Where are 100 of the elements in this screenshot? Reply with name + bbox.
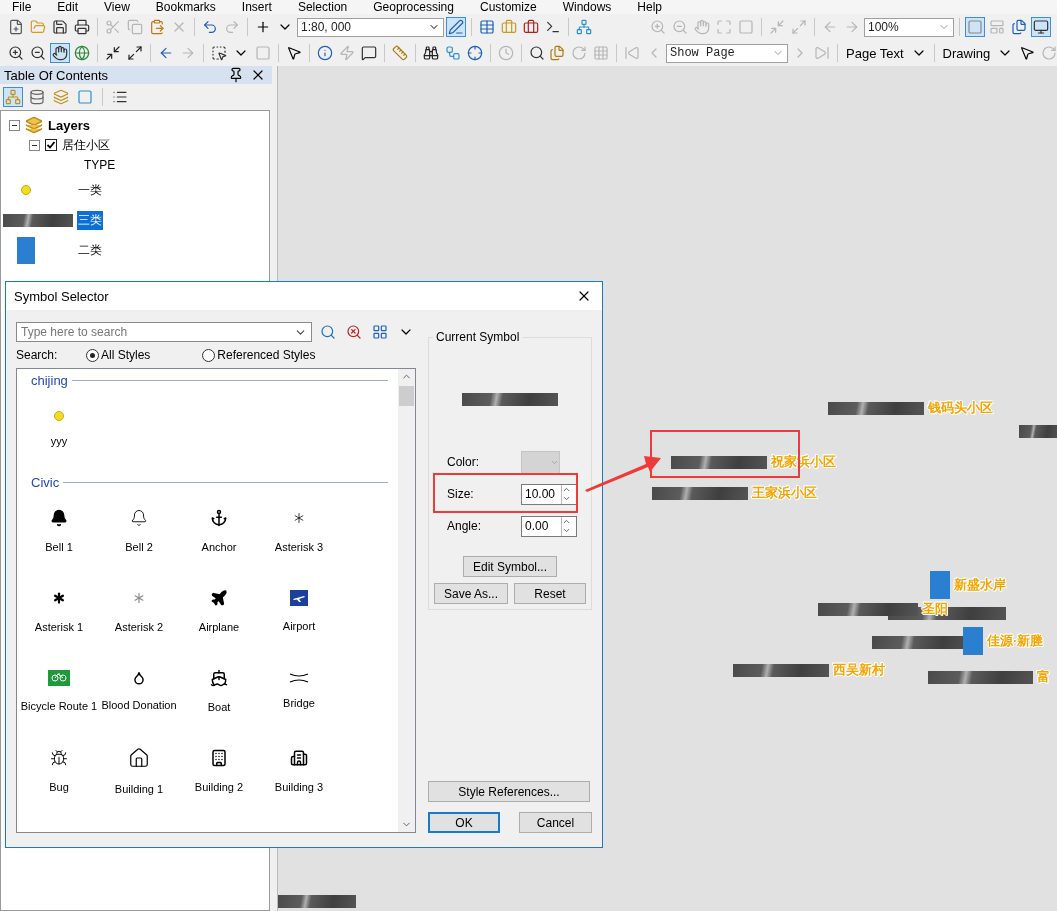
edit-symbol-button[interactable]: Edit Symbol...: [463, 556, 557, 577]
collapse-icon[interactable]: [9, 119, 20, 131]
menu-item[interactable]: Geoprocessing: [373, 0, 454, 14]
bell-icon: [130, 509, 148, 527]
scale-field[interactable]: 1:80, 000: [297, 17, 444, 37]
menu-item[interactable]: Selection: [297, 0, 348, 14]
symbol-label[interactable]: Bell 2: [125, 541, 153, 553]
map-label: 富: [1037, 668, 1050, 686]
symbol-label[interactable]: Bridge: [283, 697, 315, 709]
building-icon: [210, 749, 228, 767]
search-label: Search:: [16, 348, 59, 362]
class-label[interactable]: 一类: [77, 180, 103, 200]
drop-icon: [132, 671, 146, 685]
search-field[interactable]: Type here to search: [16, 322, 312, 342]
ok-button[interactable]: OK: [428, 812, 500, 833]
menu-item[interactable]: Windows: [562, 0, 612, 14]
page-field[interactable]: Show Page: [666, 43, 788, 63]
map-label: 钱码头小区: [928, 399, 993, 417]
texture-swatch: [3, 213, 73, 227]
menu-item[interactable]: Bookmarks: [155, 0, 216, 14]
scrollbar-thumb[interactable]: [399, 386, 414, 406]
photo-placeholder: [17, 236, 35, 264]
save-icon[interactable]: [50, 17, 70, 37]
symbol-label[interactable]: Bicycle Route 1: [20, 700, 98, 712]
panel-title: Table Of Contents: [4, 67, 109, 83]
color-label: Color:: [447, 455, 480, 469]
symbol-label[interactable]: Building 1: [114, 783, 164, 795]
symbol-label[interactable]: Boat: [207, 701, 231, 713]
symbol-label[interactable]: Blood Donation: [101, 699, 177, 711]
menu-item[interactable]: File: [12, 0, 32, 14]
symbol-label[interactable]: Asterisk 2: [114, 621, 164, 633]
collapse-icon[interactable]: [29, 139, 40, 151]
menu-item[interactable]: Insert: [241, 0, 272, 14]
refresh-icon[interactable]: [569, 43, 589, 63]
size-field[interactable]: 10.00: [521, 483, 577, 505]
printer-icon[interactable]: [72, 17, 92, 37]
binoculars-icon[interactable]: [421, 43, 441, 63]
class-label[interactable]: 三类: [77, 210, 103, 230]
checkbox[interactable]: [45, 139, 57, 151]
symbol-label[interactable]: Airport: [282, 620, 316, 632]
symbol-label[interactable]: Asterisk 3: [274, 541, 324, 553]
message-icon[interactable]: [359, 43, 379, 63]
reset-button[interactable]: Reset: [514, 583, 586, 604]
map-label: 西吴新村: [833, 661, 885, 679]
bridge-icon: [289, 673, 309, 683]
info-icon[interactable]: [315, 43, 335, 63]
radio-button[interactable]: All Styles: [86, 348, 151, 362]
size-label: Size:: [447, 487, 475, 501]
menu-item[interactable]: Edit: [57, 0, 79, 14]
bicycle-sign-icon: [48, 670, 70, 686]
menu-item[interactable]: Customize: [479, 0, 537, 14]
photo-placeholder: [963, 627, 983, 655]
field-name: TYPE: [84, 158, 116, 172]
drawing-menu[interactable]: Drawing: [939, 45, 994, 61]
globe-icon[interactable]: [72, 43, 92, 63]
texture-swatch: [1019, 425, 1057, 438]
zoom-field[interactable]: 100%: [864, 17, 954, 37]
clock-icon[interactable]: [496, 43, 516, 63]
color-picker[interactable]: [521, 450, 560, 474]
select-features-icon[interactable]: [209, 43, 229, 63]
airplane-icon: [210, 589, 228, 607]
house-icon: [128, 747, 150, 769]
boat-icon: [210, 669, 228, 687]
copy-icon[interactable]: [125, 17, 145, 37]
bell-icon: [50, 509, 68, 527]
class-label[interactable]: 二类: [77, 240, 103, 260]
menu-item[interactable]: Help: [637, 0, 663, 14]
point-symbol: [21, 185, 31, 195]
symbol-label[interactable]: Bug: [49, 781, 69, 793]
symbol-label[interactable]: Bell 1: [45, 541, 73, 553]
symbol-label[interactable]: Airplane: [198, 621, 240, 633]
symbol-label[interactable]: Anchor: [201, 541, 237, 553]
cancel-button[interactable]: Cancel: [519, 812, 592, 833]
angle-label: Angle:: [447, 519, 483, 533]
menu-item[interactable]: View: [104, 0, 130, 14]
building-icon: [290, 749, 308, 767]
map-label: 王家浜小区: [752, 484, 817, 502]
dialog-title: Symbol Selector: [14, 288, 109, 304]
anchor-icon: [210, 509, 228, 527]
symbol-label[interactable]: Building 2: [194, 781, 244, 793]
group-name: chijing: [31, 372, 68, 388]
symbol-label[interactable]: Asterisk 1: [34, 621, 84, 633]
data-frame-name[interactable]: Layers: [48, 117, 90, 133]
radio-button[interactable]: Referenced Styles: [202, 348, 316, 362]
grid-view-icon[interactable]: [370, 322, 390, 342]
symbol-label[interactable]: yyy: [50, 435, 68, 447]
layer-name[interactable]: 居住小区: [62, 136, 110, 154]
angle-field[interactable]: 0.00: [521, 515, 577, 537]
bug-icon: [50, 749, 68, 767]
page-text-menu[interactable]: Page Text: [843, 45, 907, 61]
ruler-icon[interactable]: [390, 43, 410, 63]
save-as-button[interactable]: Save As...: [434, 583, 508, 604]
group-title: Current Symbol: [435, 330, 521, 344]
style-references-button[interactable]: Style References...: [428, 781, 590, 802]
pan-icon[interactable]: [50, 43, 70, 63]
table-icon[interactable]: [477, 17, 497, 37]
photo-placeholder: [930, 571, 950, 599]
expand-icon[interactable]: [125, 43, 145, 63]
symbol-label[interactable]: Building 3: [274, 781, 324, 793]
point-symbol: [54, 411, 64, 421]
